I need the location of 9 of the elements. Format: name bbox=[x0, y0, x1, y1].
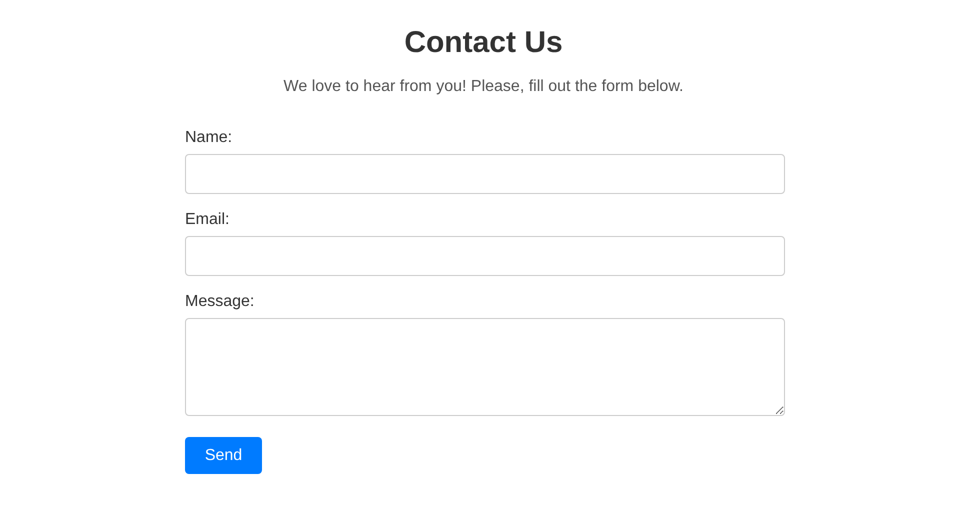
field-label: Message: bbox=[185, 292, 254, 312]
field-label: Name: bbox=[185, 128, 232, 148]
field-label: Email: bbox=[185, 210, 230, 230]
page-title: Contact Us bbox=[403, 25, 564, 61]
input-field[interactable] bbox=[185, 236, 785, 276]
send-button[interactable]: Send bbox=[185, 437, 262, 474]
message-field[interactable] bbox=[185, 318, 785, 416]
input-field[interactable] bbox=[185, 154, 785, 194]
page-subtitle: We love to hear from you! Please, fill out the form below. bbox=[282, 77, 684, 97]
